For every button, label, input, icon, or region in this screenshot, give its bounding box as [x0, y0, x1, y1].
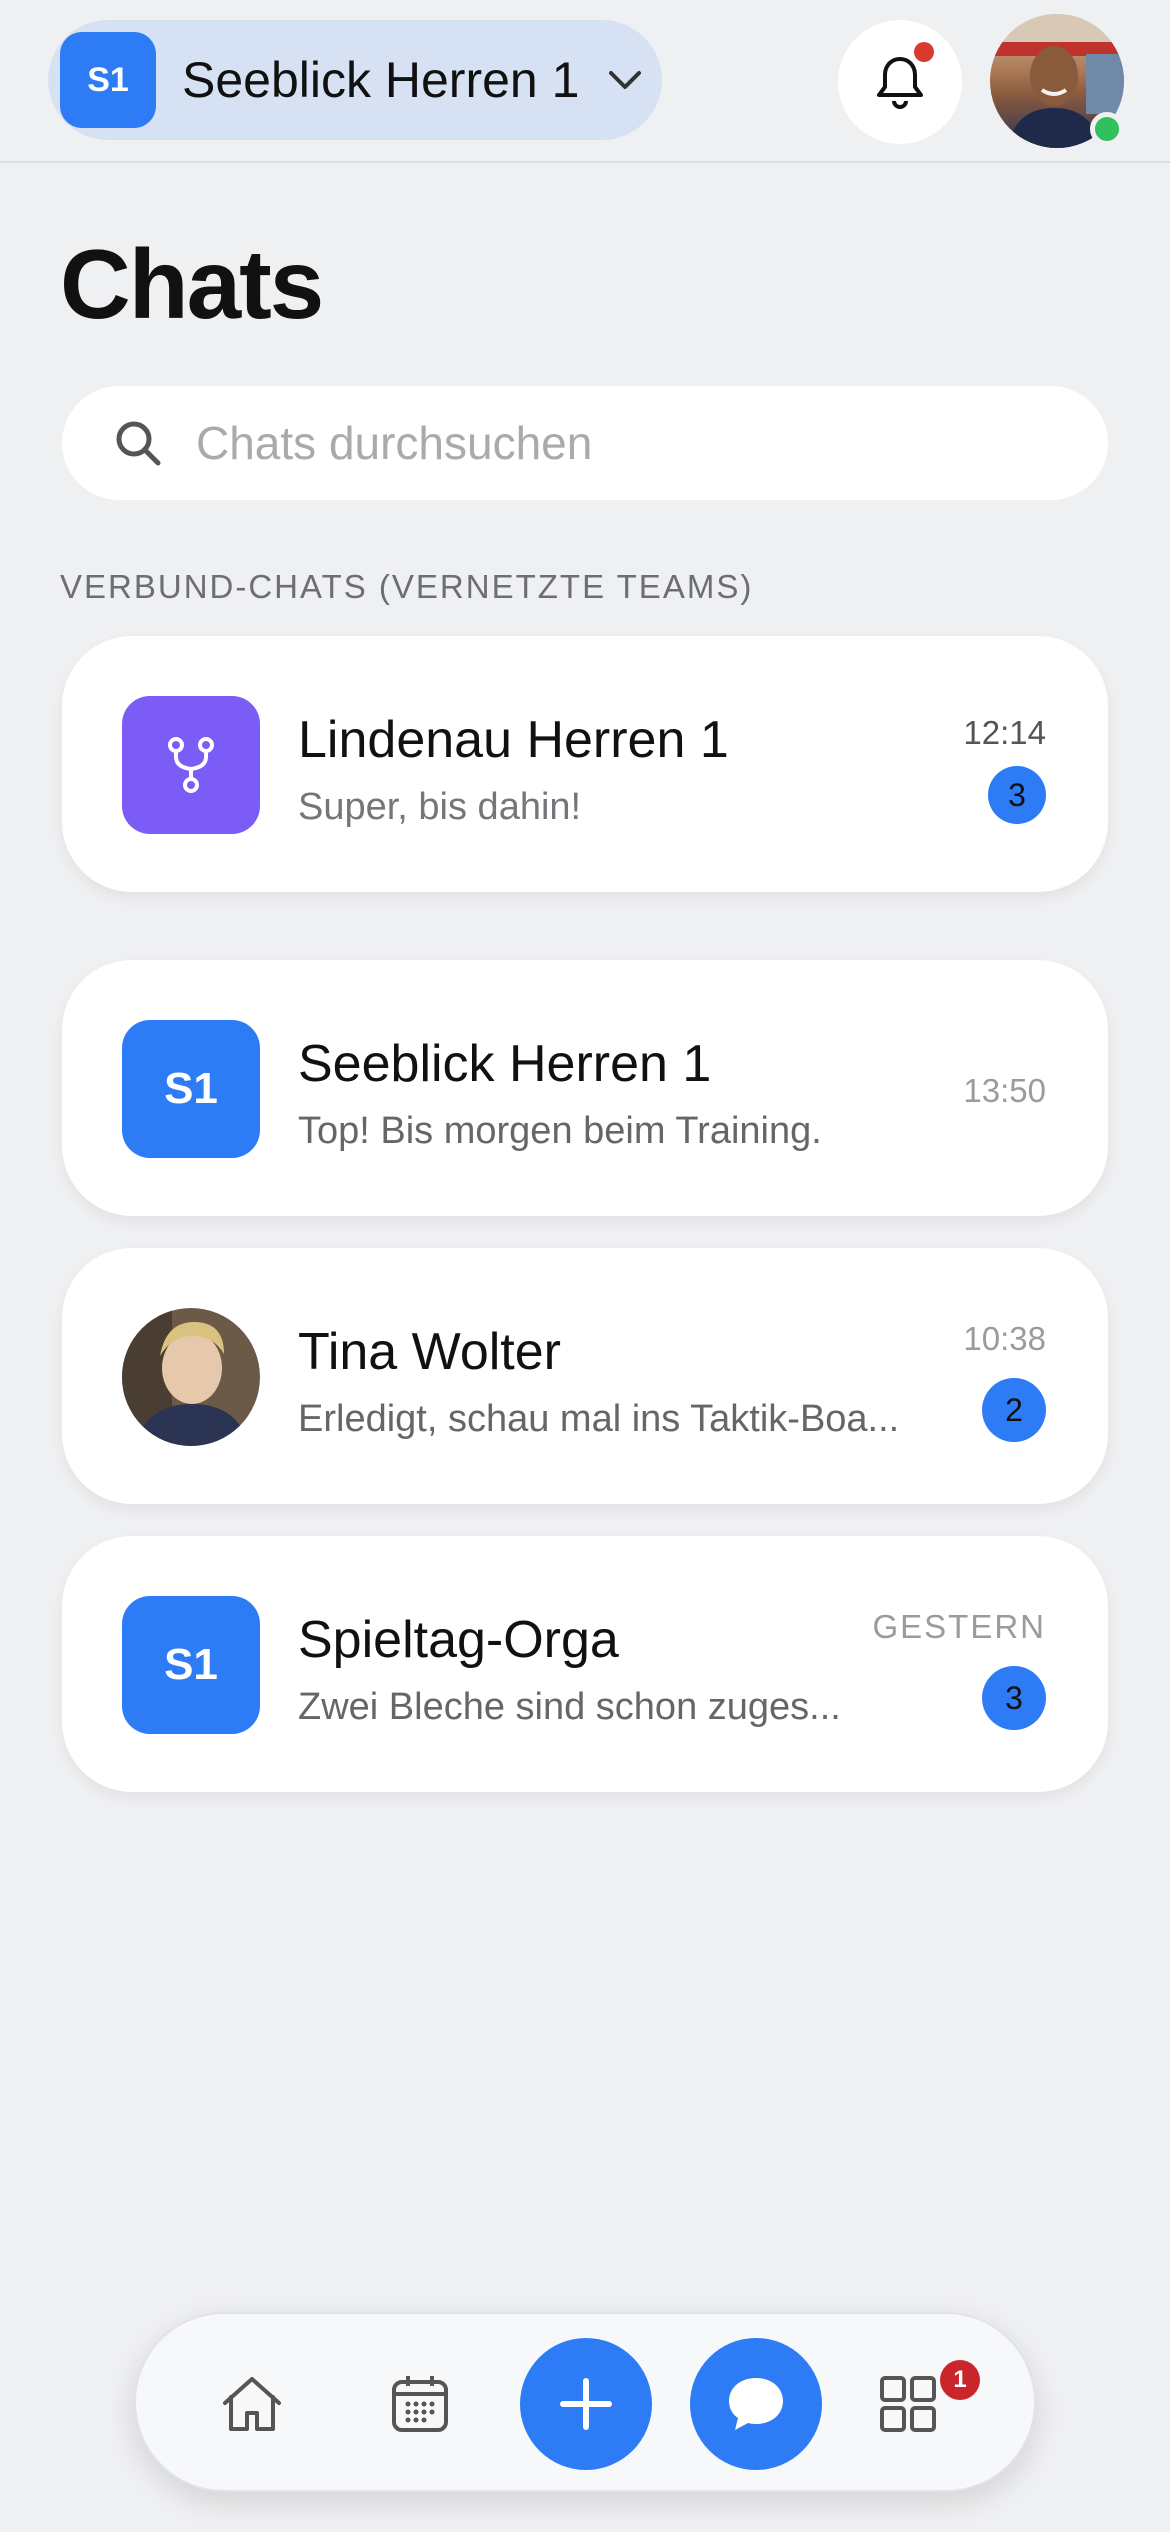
chat-time: 13:50	[963, 1072, 1046, 1109]
chat-time: 12:14	[963, 714, 1046, 751]
search-input[interactable]	[196, 416, 996, 470]
online-status-dot	[1090, 112, 1124, 146]
tab-calendar[interactable]	[370, 2354, 470, 2454]
chat-avatar: S1	[122, 1020, 260, 1158]
bottom-tab-bar: 1	[134, 2312, 1036, 2492]
network-fork-icon	[168, 737, 214, 793]
unread-badge: 3	[982, 1666, 1046, 1730]
create-button[interactable]	[520, 2338, 652, 2470]
chat-last-message: Erledigt, schau mal ins Taktik-Boa...	[298, 1398, 900, 1440]
calendar-icon	[392, 2376, 448, 2432]
chat-item-seeblick[interactable]: S1 Seeblick Herren 1 Top! Bis morgen bei…	[62, 960, 1108, 1216]
search-bar[interactable]	[62, 386, 1108, 500]
chat-name: Spieltag-Orga	[298, 1611, 619, 1669]
chat-last-message: Super, bis dahin!	[298, 786, 582, 828]
chat-last-message: Top! Bis morgen beim Training.	[298, 1110, 822, 1152]
chat-avatar	[122, 696, 260, 834]
chat-avatar	[122, 1308, 260, 1446]
person-photo	[122, 1308, 260, 1446]
notifications-button[interactable]	[838, 20, 962, 144]
chat-time: 10:38	[963, 1320, 1046, 1357]
tab-chats[interactable]	[690, 2338, 822, 2470]
team-badge: S1	[60, 32, 156, 128]
chat-name: Seeblick Herren 1	[298, 1035, 712, 1093]
home-icon	[223, 2377, 281, 2431]
chats-screen: S1 Seeblick Herren 1 Chats Chats durchsu…	[0, 0, 1170, 2532]
chat-avatar: S1	[122, 1596, 260, 1734]
bell-icon	[877, 57, 923, 109]
section-label: VERBUND-CHATS (VERNETZTE TEAMS)	[60, 568, 754, 605]
chat-item-lindenau[interactable]: Lindenau Herren 1 Super, bis dahin! 12:1…	[62, 636, 1108, 892]
top-bar: S1 Seeblick Herren 1	[0, 0, 1170, 163]
page-title: Chats	[60, 229, 324, 339]
team-name: Seeblick Herren 1	[182, 52, 580, 108]
chat-item-tina-wolter[interactable]: Tina Wolter Erledigt, schau mal ins Takt…	[62, 1248, 1108, 1504]
notification-dot	[914, 42, 934, 62]
chevron-down-icon	[605, 60, 645, 100]
chat-last-message: Zwei Bleche sind schon zuges...	[298, 1686, 841, 1728]
plus-icon	[560, 2378, 612, 2430]
chat-time: GESTERN	[872, 1608, 1046, 1645]
search-icon	[114, 417, 166, 469]
team-switcher[interactable]: S1 Seeblick Herren 1	[48, 20, 662, 140]
chat-item-spieltag-orga[interactable]: S1 Spieltag-Orga Zwei Bleche sind schon …	[62, 1536, 1108, 1792]
profile-avatar-button[interactable]	[990, 14, 1124, 148]
chat-name: Tina Wolter	[298, 1323, 561, 1381]
unread-badge: 2	[982, 1378, 1046, 1442]
tab-home[interactable]	[202, 2354, 302, 2454]
chat-name: Lindenau Herren 1	[298, 711, 729, 769]
grid-icon	[880, 2376, 936, 2432]
chat-bubble-icon	[729, 2378, 783, 2430]
grid-badge: 1	[940, 2360, 980, 2400]
unread-badge: 3	[988, 766, 1046, 824]
